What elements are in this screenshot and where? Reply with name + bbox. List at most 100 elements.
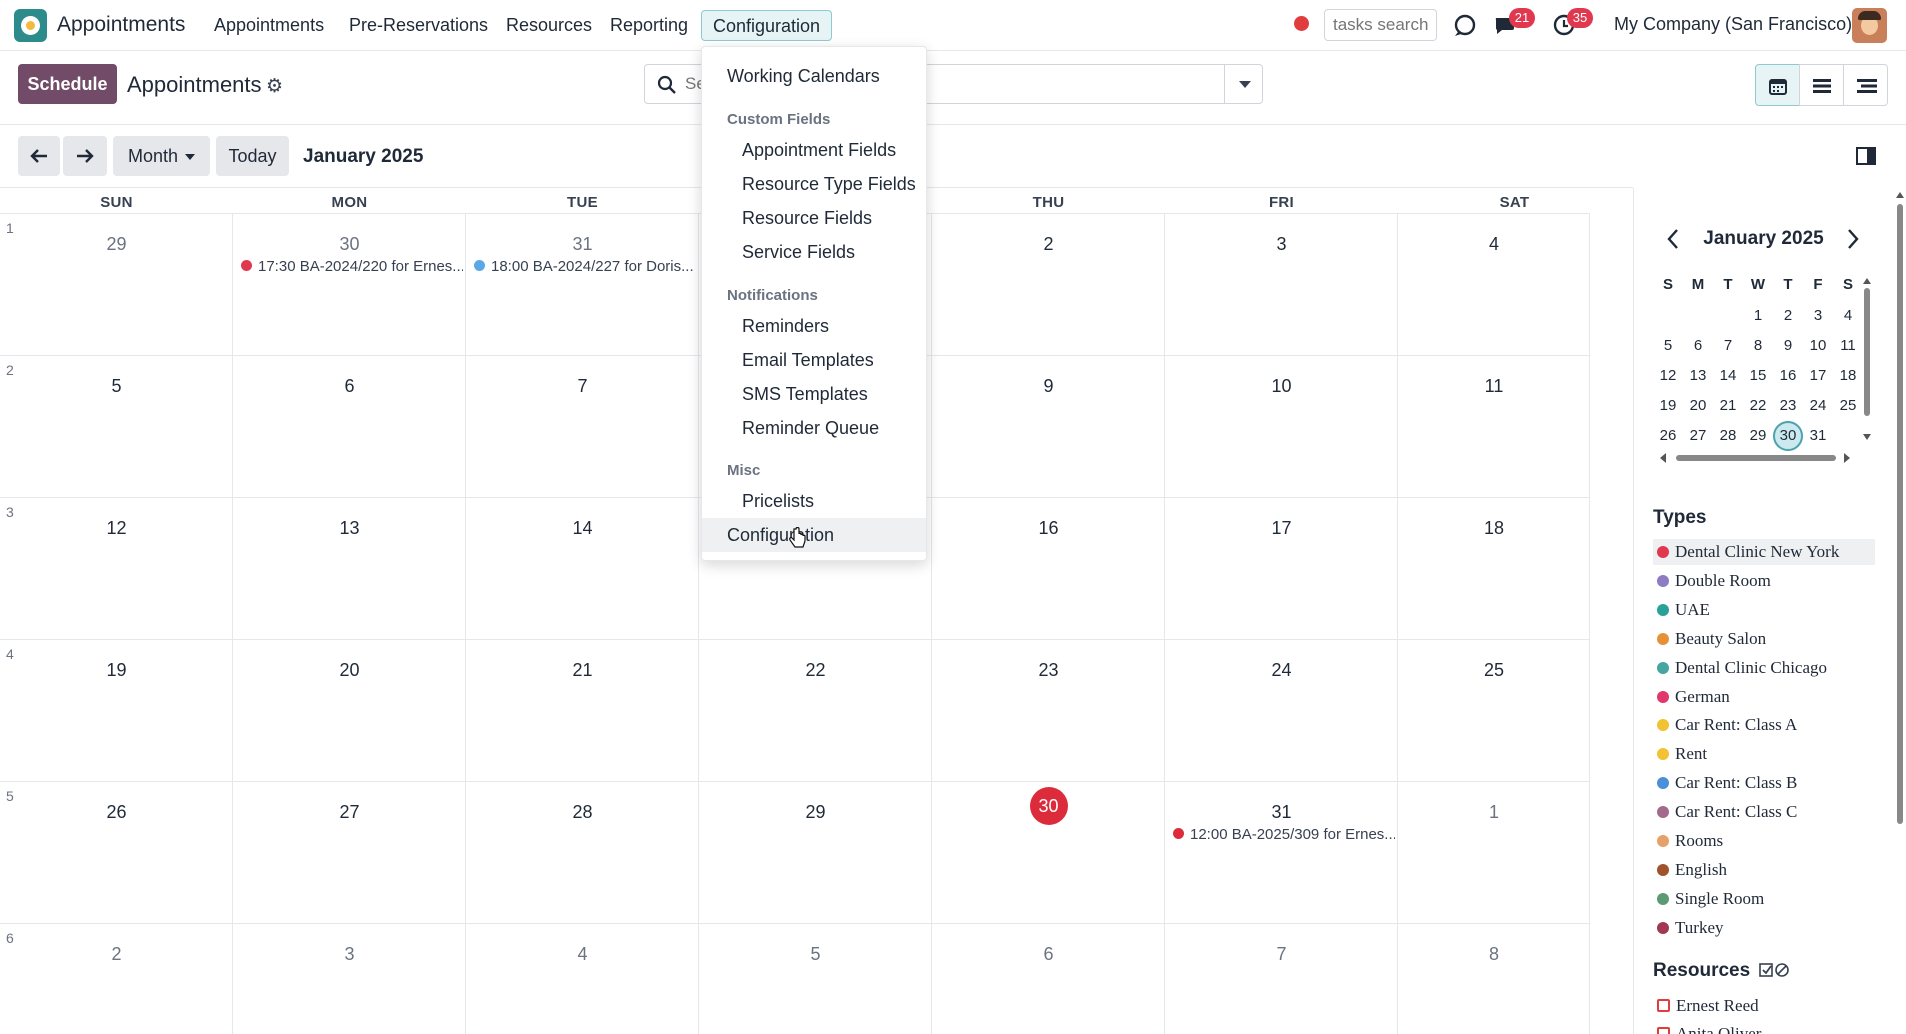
- type-filter-item[interactable]: Car Rent: Class B: [1653, 770, 1875, 796]
- type-filter-item[interactable]: Dental Clinic New York: [1653, 539, 1875, 565]
- previous-period-button[interactable]: [18, 136, 60, 176]
- menu-item-email-templates[interactable]: Email Templates: [702, 343, 926, 377]
- mini-calendar-day[interactable]: 28: [1713, 427, 1743, 444]
- gantt-view-button[interactable]: [1843, 64, 1888, 106]
- day-cell[interactable]: 26: [0, 781, 233, 923]
- day-cell[interactable]: 22: [699, 639, 932, 781]
- day-cell[interactable]: 21: [466, 639, 699, 781]
- resource-filter-item[interactable]: Ernest Reed: [1653, 993, 1875, 1019]
- search-options-toggle[interactable]: [1224, 65, 1262, 103]
- company-switcher[interactable]: My Company (San Francisco): [1614, 14, 1852, 35]
- calendar-view-button[interactable]: [1755, 64, 1800, 106]
- day-cell[interactable]: 7: [466, 355, 699, 497]
- day-cell[interactable]: 30: [932, 781, 1165, 923]
- menu-item-resource-fields[interactable]: Resource Fields: [702, 201, 926, 235]
- day-cell[interactable]: 28: [466, 781, 699, 923]
- mini-calendar-day[interactable]: 19: [1653, 397, 1683, 414]
- type-filter-item[interactable]: Car Rent: Class A: [1653, 712, 1875, 738]
- day-cell[interactable]: 25: [1398, 639, 1590, 781]
- type-filter-item[interactable]: Car Rent: Class C: [1653, 799, 1875, 825]
- type-filter-item[interactable]: Single Room: [1653, 886, 1875, 912]
- mini-calendar-day[interactable]: 10: [1803, 337, 1833, 354]
- tasks-search-input[interactable]: [1324, 9, 1437, 41]
- mini-calendar-day[interactable]: 17: [1803, 367, 1833, 384]
- mini-calendar-day[interactable]: 6: [1683, 337, 1713, 354]
- day-cell[interactable]: 31: [1165, 781, 1398, 923]
- day-cell[interactable]: 7: [1165, 923, 1398, 1034]
- today-button[interactable]: Today: [216, 136, 289, 176]
- day-cell[interactable]: 10: [1165, 355, 1398, 497]
- day-cell[interactable]: 4: [1398, 213, 1590, 355]
- type-filter-item[interactable]: UAE: [1653, 597, 1875, 623]
- menu-item-working-calendars[interactable]: Working Calendars: [702, 59, 926, 93]
- day-cell[interactable]: 11: [1398, 355, 1590, 497]
- menu-configuration[interactable]: Configuration: [701, 10, 833, 41]
- phone-icon[interactable]: [1452, 12, 1478, 38]
- day-cell[interactable]: 20: [233, 639, 466, 781]
- select-all-none-icon[interactable]: [1759, 962, 1791, 978]
- recording-indicator-icon[interactable]: [1294, 16, 1309, 31]
- mini-calendar-day[interactable]: 12: [1653, 367, 1683, 384]
- day-cell[interactable]: 6: [932, 923, 1165, 1034]
- resource-filter-item[interactable]: Anita Oliver: [1653, 1021, 1875, 1034]
- day-cell[interactable]: 23: [932, 639, 1165, 781]
- mini-calendar-horizontal-scrollbar[interactable]: [1658, 452, 1852, 464]
- calendar-event[interactable]: 18:00 BA-2024/227 for Doris...: [474, 258, 696, 275]
- mini-calendar-next-icon[interactable]: [1846, 228, 1860, 250]
- mini-calendar-day[interactable]: 18: [1833, 367, 1863, 384]
- menu-item-configuration[interactable]: Configuration: [702, 518, 926, 552]
- calendar-event[interactable]: 17:30 BA-2024/220 for Ernes...: [241, 258, 463, 275]
- resource-checkbox[interactable]: [1657, 999, 1670, 1012]
- day-cell[interactable]: 18: [1398, 497, 1590, 639]
- day-cell[interactable]: 12: [0, 497, 233, 639]
- menu-item-service-fields[interactable]: Service Fields: [702, 235, 926, 269]
- mini-calendar-day[interactable]: 31: [1803, 427, 1833, 444]
- mini-calendar-day[interactable]: 26: [1653, 427, 1683, 444]
- side-panel-toggle-icon[interactable]: [1856, 146, 1876, 166]
- type-filter-item[interactable]: Turkey: [1653, 915, 1875, 941]
- menu-item-sms-templates[interactable]: SMS Templates: [702, 377, 926, 411]
- mini-calendar-day[interactable]: 24: [1803, 397, 1833, 414]
- day-cell[interactable]: 30: [233, 213, 466, 355]
- day-cell[interactable]: 19: [0, 639, 233, 781]
- next-period-button[interactable]: [63, 136, 107, 176]
- day-cell[interactable]: 9: [932, 355, 1165, 497]
- scale-dropdown[interactable]: Month: [113, 136, 210, 176]
- mini-calendar-prev-icon[interactable]: [1666, 228, 1680, 250]
- mini-calendar-day[interactable]: 1: [1743, 307, 1773, 324]
- schedule-button[interactable]: Schedule: [18, 64, 117, 104]
- day-cell[interactable]: 24: [1165, 639, 1398, 781]
- mini-calendar-day[interactable]: 9: [1773, 337, 1803, 354]
- type-filter-item[interactable]: Dental Clinic Chicago: [1653, 655, 1875, 681]
- menu-item-appointment-fields[interactable]: Appointment Fields: [702, 133, 926, 167]
- day-cell[interactable]: 3: [233, 923, 466, 1034]
- mini-calendar-day[interactable]: 25: [1833, 397, 1863, 414]
- mini-calendar-day[interactable]: 16: [1773, 367, 1803, 384]
- mini-calendar-day[interactable]: 2: [1773, 307, 1803, 324]
- gear-icon[interactable]: ⚙: [266, 75, 283, 98]
- menu-reporting[interactable]: Reporting: [599, 10, 699, 41]
- page-vertical-scrollbar[interactable]: [1894, 190, 1906, 1034]
- resource-checkbox[interactable]: [1657, 1027, 1670, 1034]
- type-filter-item[interactable]: Rooms: [1653, 828, 1875, 854]
- mini-calendar-day[interactable]: 29: [1743, 427, 1773, 444]
- day-cell[interactable]: 2: [0, 923, 233, 1034]
- app-name[interactable]: Appointments: [57, 13, 185, 37]
- mini-calendar-day[interactable]: 22: [1743, 397, 1773, 414]
- menu-appointments[interactable]: Appointments: [203, 10, 335, 41]
- day-cell[interactable]: 17: [1165, 497, 1398, 639]
- menu-pre-reservations[interactable]: Pre-Reservations: [338, 10, 499, 41]
- day-cell[interactable]: 4: [466, 923, 699, 1034]
- type-filter-item[interactable]: Beauty Salon: [1653, 626, 1875, 652]
- type-filter-item[interactable]: Rent: [1653, 741, 1875, 767]
- calendar-event[interactable]: 12:00 BA-2025/309 for Ernes...: [1173, 826, 1395, 843]
- menu-item-pricelists[interactable]: Pricelists: [702, 484, 926, 518]
- mini-calendar-day[interactable]: 14: [1713, 367, 1743, 384]
- day-cell[interactable]: 13: [233, 497, 466, 639]
- mini-calendar-day[interactable]: 5: [1653, 337, 1683, 354]
- menu-item-reminder-queue[interactable]: Reminder Queue: [702, 411, 926, 445]
- day-cell[interactable]: 6: [233, 355, 466, 497]
- menu-resources[interactable]: Resources: [495, 10, 603, 41]
- mini-calendar-day[interactable]: 11: [1833, 337, 1863, 354]
- list-view-button[interactable]: [1799, 64, 1844, 106]
